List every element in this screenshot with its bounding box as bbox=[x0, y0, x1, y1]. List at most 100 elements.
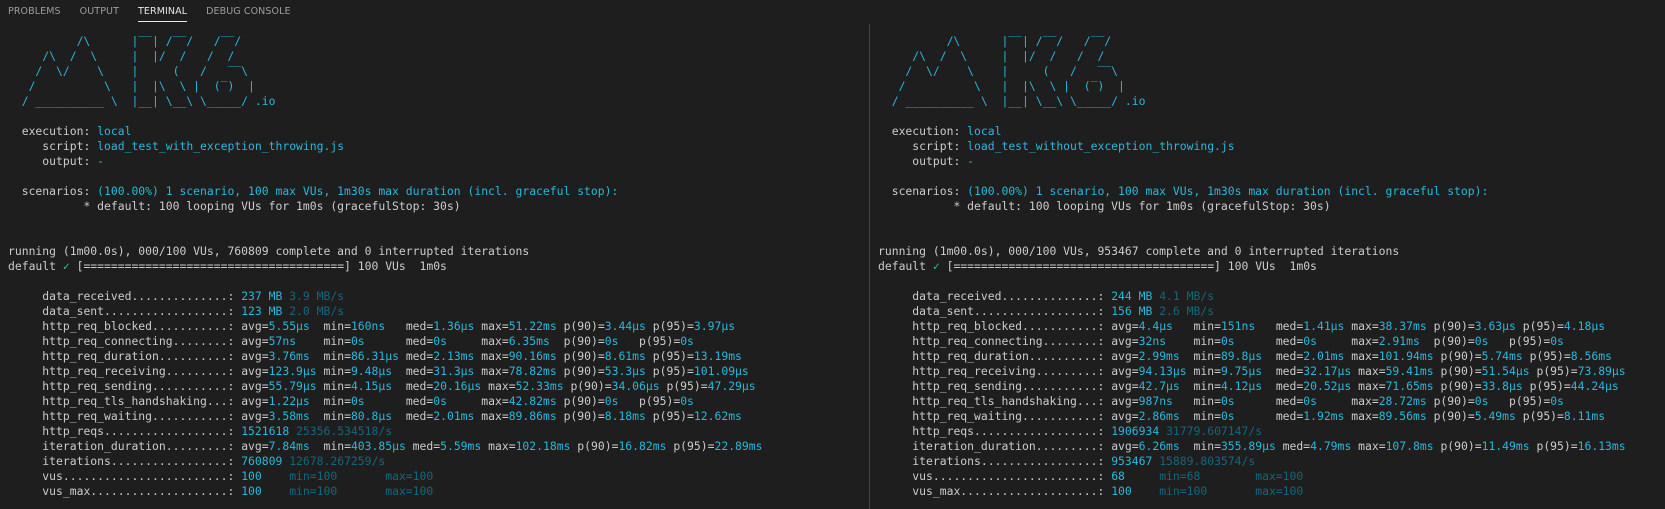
stat-value-avg: 987ns bbox=[1138, 394, 1173, 408]
stat-value-min: 4.12µs bbox=[1220, 379, 1263, 393]
stat-value-p90: 0s bbox=[604, 394, 619, 408]
stat-value-max: 51.22ms bbox=[508, 319, 557, 333]
k6-logo-line: /\ / \ | |/ / / / bbox=[878, 49, 1132, 63]
stat-label-min: min= bbox=[323, 364, 351, 378]
metric-value: 100 bbox=[241, 484, 262, 498]
tab-debug-console[interactable]: DEBUG CONSOLE bbox=[206, 6, 291, 22]
stat-label-med: med= bbox=[405, 379, 434, 393]
scenarios-label: scenarios: bbox=[891, 184, 961, 198]
metric-name: http_req_blocked...........: bbox=[912, 319, 1105, 333]
stat-label-min: min= bbox=[323, 394, 351, 408]
k6-logo-line: / \/ \ | ( / ‾‾\ bbox=[878, 64, 1132, 78]
stat-label-p95: p(95)= bbox=[1522, 409, 1564, 423]
stat-value-med: 1.41µs bbox=[1303, 319, 1345, 333]
stat-label-p90: p(90)= bbox=[563, 364, 605, 378]
metric-name: http_req_duration..........: bbox=[912, 349, 1105, 363]
metric-value: min=100 bbox=[289, 484, 338, 498]
stat-label-min: min= bbox=[1193, 379, 1221, 393]
stat-label-med: med= bbox=[1275, 334, 1304, 348]
stat-value-p95: 4.18µs bbox=[1563, 319, 1606, 333]
metric-name: http_req_blocked...........: bbox=[42, 319, 235, 333]
metric-name: data_received..............: bbox=[912, 289, 1105, 303]
metric-value: 1521618 bbox=[241, 424, 290, 438]
progress-prefix: default bbox=[8, 259, 57, 273]
progress-prefix: default bbox=[878, 259, 927, 273]
stat-value-med: 20.52µs bbox=[1303, 379, 1352, 393]
stat-value-avg: 6.26ms bbox=[1138, 439, 1180, 453]
stat-value-avg: 4.4µs bbox=[1138, 319, 1173, 333]
terminal-pane-left[interactable]: /\ |‾‾| /‾‾/ /‾‾/ /\ / \ | |/ / / / / \/… bbox=[0, 24, 868, 509]
stat-value-p90: 8.61ms bbox=[604, 349, 646, 363]
script-label: script: bbox=[912, 139, 961, 153]
metric-value: min=68 bbox=[1159, 469, 1201, 483]
stat-value-p95: 0s bbox=[1550, 334, 1564, 348]
stat-value-avg: 42.7µs bbox=[1138, 379, 1180, 393]
metric-value: 100 bbox=[241, 469, 262, 483]
metric-name: vus_max....................: bbox=[912, 484, 1105, 498]
stat-value-p95: 13.19ms bbox=[693, 349, 742, 363]
stat-value-min: 160ns bbox=[350, 319, 386, 333]
metric-value: 68 bbox=[1111, 469, 1125, 483]
stat-label-max: max= bbox=[488, 439, 516, 453]
metric-name: http_req_tls_handshaking...: bbox=[912, 394, 1105, 408]
stat-label-p90: p(90)= bbox=[1433, 334, 1475, 348]
stat-value-p90: 34.06µs bbox=[611, 379, 660, 393]
stat-value-avg: 3.58ms bbox=[268, 409, 310, 423]
stat-value-med: 0s bbox=[433, 334, 447, 348]
stat-value-p95: 3.97µs bbox=[693, 319, 736, 333]
metric-name: http_req_receiving.........: bbox=[42, 364, 235, 378]
script-value: load_test_with_exception_throwing.js bbox=[97, 139, 345, 153]
stat-label-p90: p(90)= bbox=[563, 409, 605, 423]
stat-value-avg: 55.79µs bbox=[268, 379, 317, 393]
metric-value: 2.0 MB/s bbox=[289, 304, 345, 318]
stat-label-max: max= bbox=[1351, 319, 1379, 333]
stat-value-med: 5.59ms bbox=[440, 439, 482, 453]
stat-label-avg: avg= bbox=[241, 379, 269, 393]
stat-value-avg: 3.76ms bbox=[268, 349, 310, 363]
stat-label-p95: p(95)= bbox=[1509, 394, 1551, 408]
stat-value-min: 4.15µs bbox=[350, 379, 393, 393]
stat-value-max: 6.35ms bbox=[508, 334, 550, 348]
stat-label-max: max= bbox=[1351, 409, 1379, 423]
tab-problems[interactable]: PROBLEMS bbox=[8, 6, 61, 22]
terminal-pane-right[interactable]: /\ |‾‾| /‾‾/ /‾‾/ /\ / \ | |/ / / / / \/… bbox=[869, 24, 1665, 509]
stat-value-min: 9.75µs bbox=[1220, 364, 1263, 378]
metric-value: 12678.267259/s bbox=[289, 454, 386, 468]
metric-value: 1906934 bbox=[1111, 424, 1160, 438]
stat-value-p95: 73.89µs bbox=[1577, 364, 1626, 378]
metric-value: min=100 bbox=[289, 469, 338, 483]
stat-label-avg: avg= bbox=[1111, 379, 1139, 393]
stat-value-p90: 16.82ms bbox=[618, 439, 667, 453]
execution-value: local bbox=[967, 124, 1002, 138]
stat-label-p95: p(95)= bbox=[652, 349, 694, 363]
terminal-split-area: /\ |‾‾| /‾‾/ /‾‾/ /\ / \ | |/ / / / / \/… bbox=[0, 24, 1665, 509]
stat-value-p95: 16.13ms bbox=[1577, 439, 1626, 453]
stat-label-med: med= bbox=[405, 319, 434, 333]
metric-name: http_req_sending...........: bbox=[912, 379, 1105, 393]
stat-label-p95: p(95)= bbox=[673, 439, 715, 453]
check-icon: ✓ bbox=[932, 259, 940, 273]
stat-label-avg: avg= bbox=[241, 439, 269, 453]
metric-value: 760809 bbox=[241, 454, 283, 468]
script-label: script: bbox=[42, 139, 91, 153]
stat-value-avg: 7.84ms bbox=[268, 439, 310, 453]
stat-label-p95: p(95)= bbox=[1509, 334, 1551, 348]
tab-terminal[interactable]: TERMINAL bbox=[137, 6, 188, 22]
stat-label-max: max= bbox=[1358, 439, 1386, 453]
stat-value-max: 78.82ms bbox=[508, 364, 557, 378]
metric-name: data_sent..................: bbox=[42, 304, 235, 318]
stat-value-p95: 8.11ms bbox=[1563, 409, 1606, 423]
stat-value-min: 86.31µs bbox=[350, 349, 399, 363]
stat-value-p95: 47.29µs bbox=[707, 379, 756, 393]
stat-value-med: 0s bbox=[1303, 394, 1317, 408]
stat-label-p90: p(90)= bbox=[563, 349, 605, 363]
stat-value-med: 1.36µs bbox=[433, 319, 475, 333]
tab-output[interactable]: OUTPUT bbox=[80, 6, 119, 22]
stat-value-min: 0s bbox=[1220, 409, 1235, 423]
stat-value-p90: 5.74ms bbox=[1481, 349, 1523, 363]
metric-name: data_received..............: bbox=[42, 289, 235, 303]
stat-label-med: med= bbox=[1282, 439, 1311, 453]
scenarios-label: scenarios: bbox=[21, 184, 91, 198]
stat-label-min: min= bbox=[1193, 349, 1221, 363]
stat-value-min: 0s bbox=[350, 334, 365, 348]
